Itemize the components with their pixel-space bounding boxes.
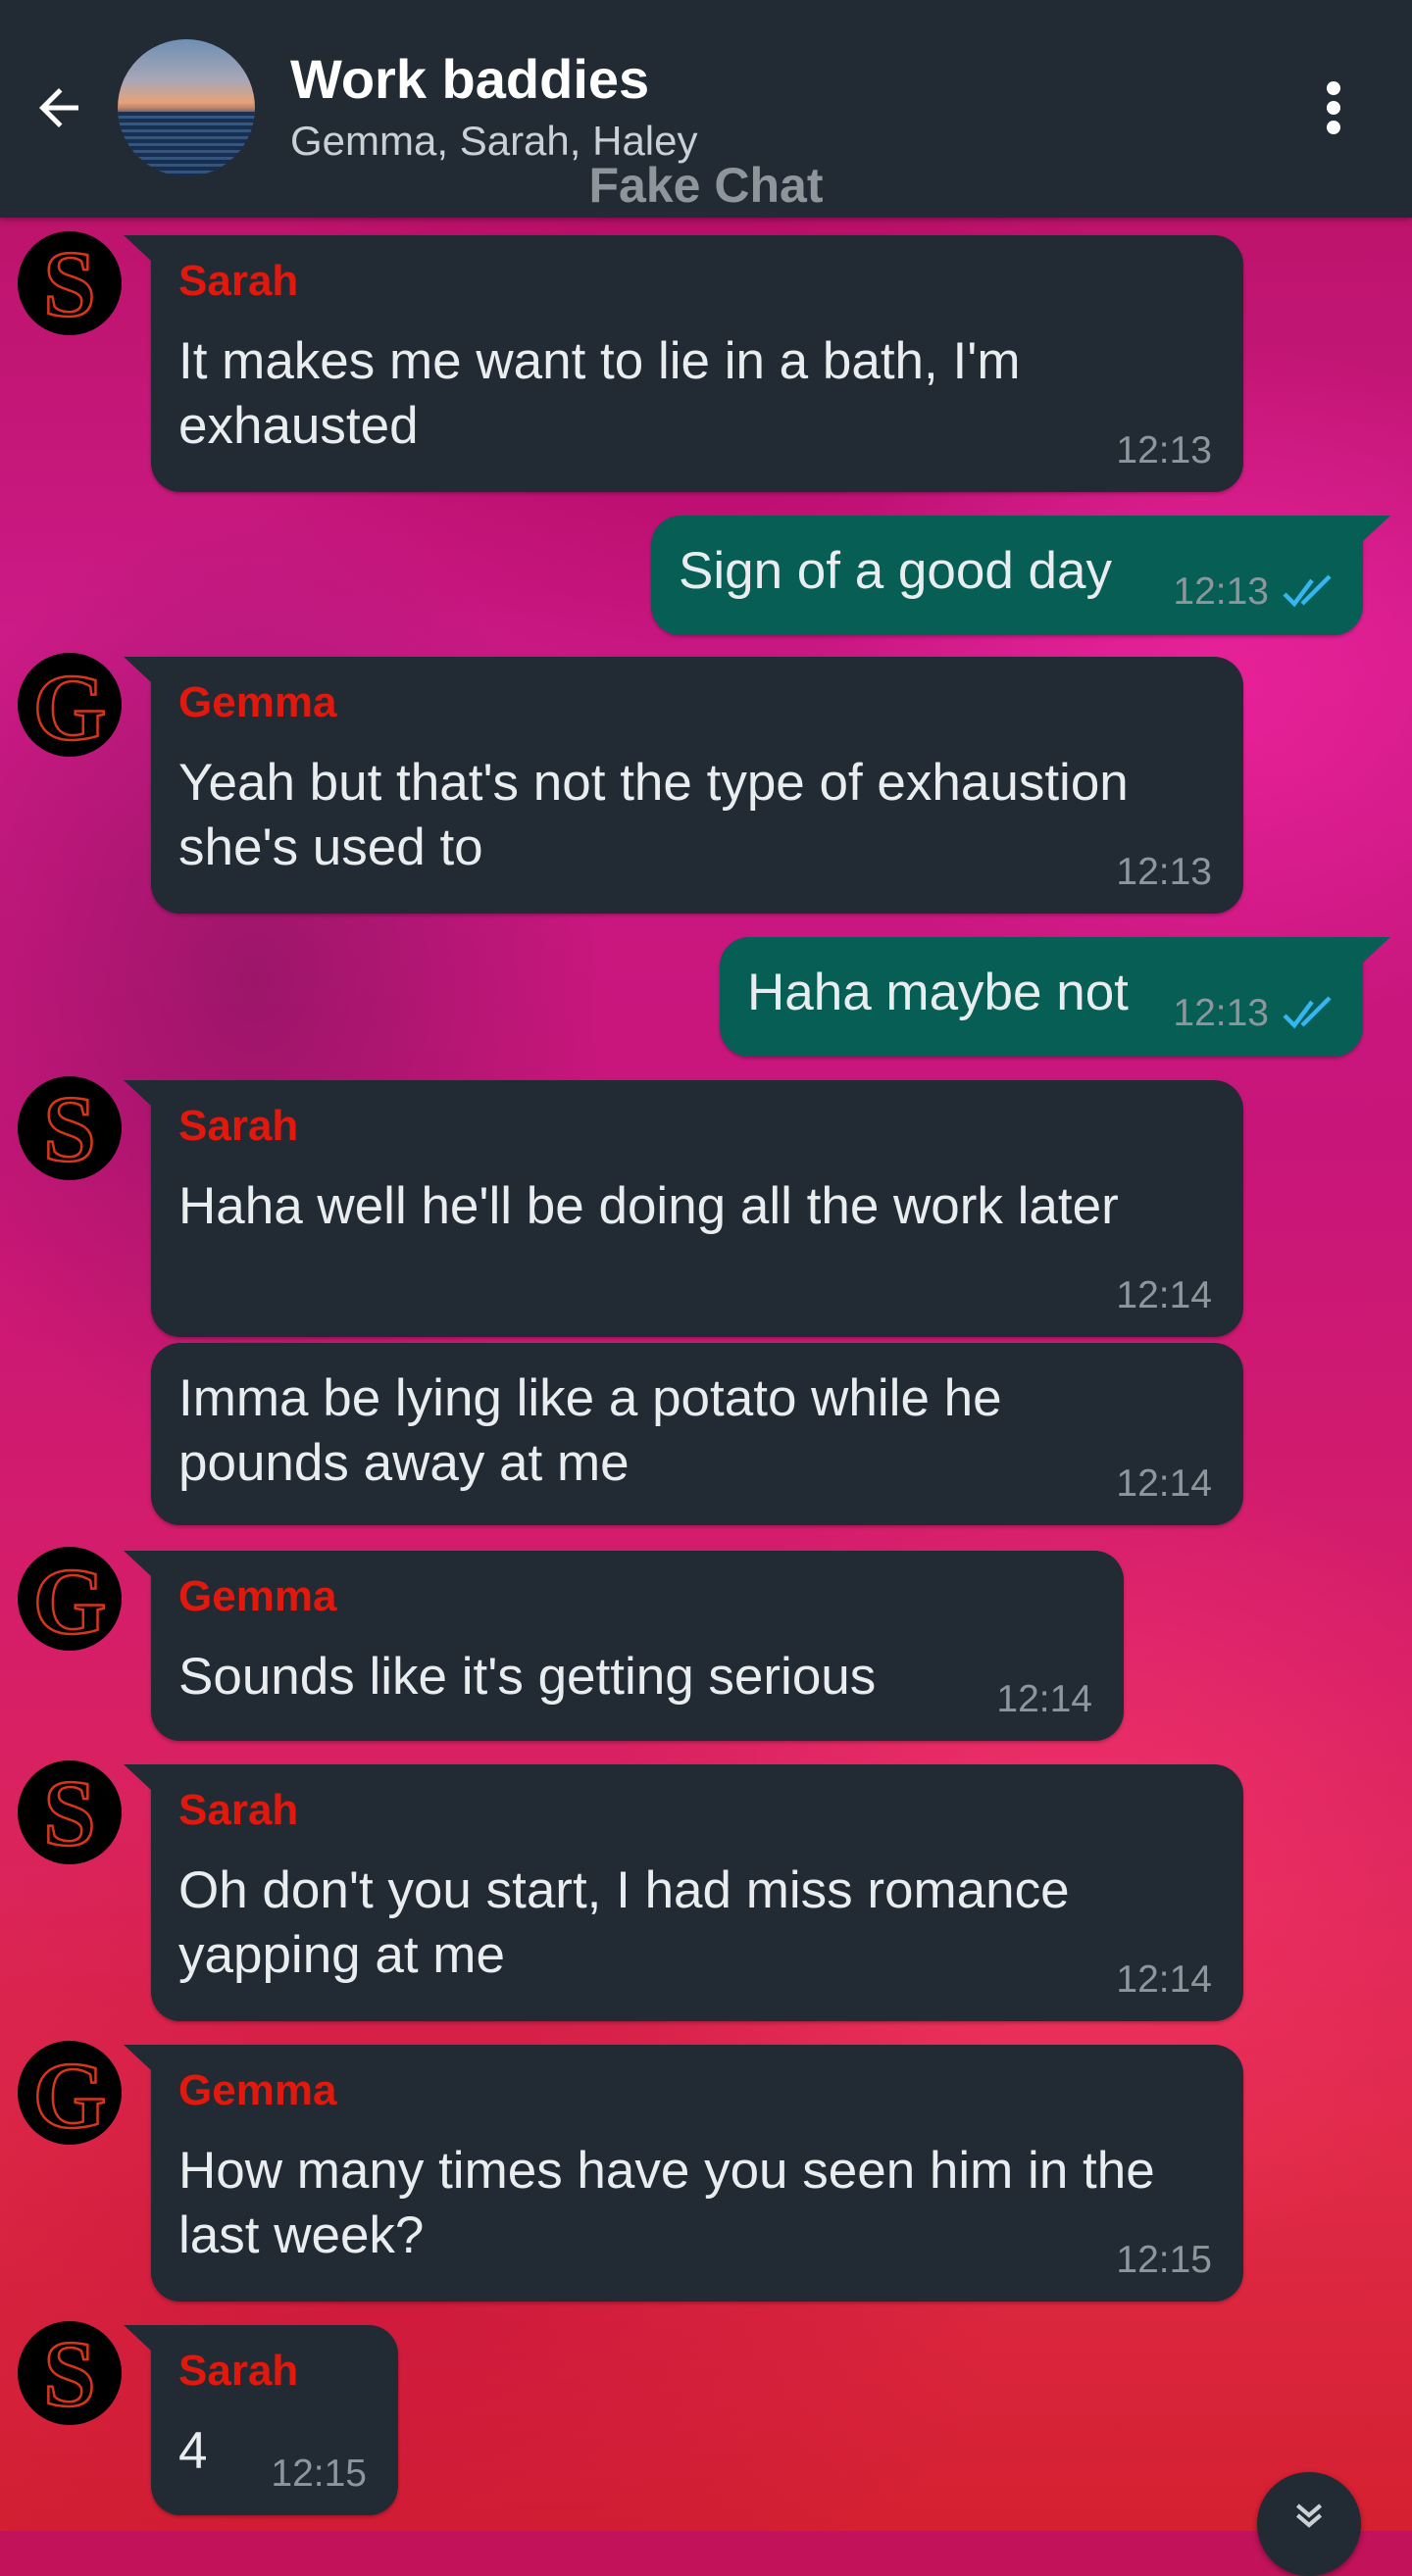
svg-text:G: G: [33, 655, 107, 757]
message-text: Yeah but that's not the type of exhausti…: [178, 754, 1129, 876]
back-button[interactable]: [20, 69, 98, 147]
svg-text:S: S: [43, 2321, 95, 2425]
watermark: Fake Chat: [588, 158, 824, 213]
message-text: Oh don't you start, I had miss romance y…: [178, 1861, 1070, 1984]
message-time: 12:15: [1116, 2239, 1212, 2281]
group-title[interactable]: Work baddies: [290, 47, 649, 111]
message-time: 12:14: [1116, 1274, 1212, 1316]
message-time: 12:14: [996, 1678, 1092, 1720]
more-vert-icon: [1327, 81, 1340, 134]
message-time: 12:13: [1173, 992, 1269, 1034]
group-avatar[interactable]: [118, 39, 255, 176]
message-time: 12:13: [1116, 851, 1212, 893]
sender-name: Sarah: [178, 2347, 299, 2395]
message-time: 12:14: [1116, 1958, 1212, 2001]
message-bubble[interactable]: Sarah It makes me want to lie in a bath,…: [124, 235, 1243, 492]
scroll-to-bottom-button[interactable]: [1257, 2472, 1361, 2576]
message-bubble[interactable]: Sarah Haha well he'll be doing all the w…: [124, 1080, 1243, 1337]
sarah-avatar[interactable]: S: [18, 231, 122, 335]
message-time: 12:14: [1116, 1462, 1212, 1505]
chat-header: Work baddies Gemma, Sarah, Haley Fake Ch…: [0, 0, 1412, 218]
gemma-avatar[interactable]: G: [18, 653, 122, 757]
message-text: Imma be lying like a potato while he pou…: [178, 1369, 1002, 1492]
arrow-left-icon: [39, 88, 78, 127]
message-text: Haha maybe not: [747, 964, 1129, 1021]
svg-text:S: S: [43, 1760, 95, 1864]
sarah-avatar[interactable]: S: [18, 1760, 122, 1864]
message-bubble-outgoing[interactable]: Haha maybe not 12:13: [720, 937, 1390, 1057]
sender-name: Gemma: [178, 1572, 337, 1620]
read-receipt-icon: [1283, 574, 1332, 608]
message-text: Haha well he'll be doing all the work la…: [178, 1177, 1119, 1235]
message-text: Sounds like it's getting serious: [178, 1648, 877, 1706]
message-text: 4: [178, 2422, 208, 2480]
message-bubble[interactable]: Gemma How many times have you seen him i…: [124, 2045, 1243, 2302]
svg-text:S: S: [43, 1076, 95, 1180]
sender-name: Gemma: [178, 2066, 337, 2114]
message-text: It makes me want to lie in a bath, I'm e…: [178, 332, 1021, 455]
chevron-double-down-icon: [1295, 2503, 1323, 2528]
sender-name: Sarah: [178, 1102, 299, 1150]
gemma-avatar[interactable]: G: [18, 1547, 122, 1651]
message-bubble[interactable]: Imma be lying like a potato while he pou…: [151, 1343, 1243, 1525]
sender-name: Gemma: [178, 678, 337, 726]
gemma-avatar[interactable]: G: [18, 2041, 122, 2145]
more-options-button[interactable]: [1304, 69, 1363, 147]
sarah-avatar[interactable]: S: [18, 2321, 122, 2425]
sarah-avatar[interactable]: S: [18, 1076, 122, 1180]
message-bubble[interactable]: Gemma Sounds like it's getting serious 1…: [124, 1551, 1124, 1741]
message-text: Sign of a good day: [679, 542, 1113, 600]
message-time: 12:13: [1116, 429, 1212, 471]
message-bubble[interactable]: Sarah Oh don't you start, I had miss rom…: [124, 1764, 1243, 2021]
svg-text:G: G: [33, 2043, 107, 2145]
message-bubble-outgoing[interactable]: Sign of a good day 12:13: [651, 516, 1390, 635]
message-time: 12:15: [271, 2452, 367, 2495]
svg-text:S: S: [43, 231, 95, 335]
sender-name: Sarah: [178, 1786, 299, 1834]
read-receipt-icon: [1283, 996, 1332, 1029]
message-time: 12:13: [1173, 570, 1269, 613]
message-text: How many times have you seen him in the …: [178, 2142, 1155, 2264]
message-bubble[interactable]: Sarah 4 12:15: [124, 2325, 398, 2515]
svg-text:G: G: [33, 1549, 107, 1651]
sender-name: Sarah: [178, 257, 299, 305]
message-bubble[interactable]: Gemma Yeah but that's not the type of ex…: [124, 657, 1243, 914]
